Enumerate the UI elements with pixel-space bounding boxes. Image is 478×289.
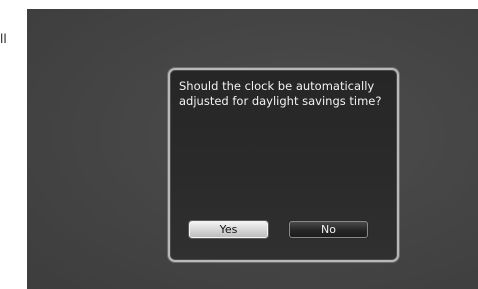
- yes-button[interactable]: Yes: [189, 221, 268, 238]
- page: ll Should the clock be automatically adj…: [0, 0, 478, 289]
- no-button[interactable]: No: [289, 221, 368, 238]
- dialog-message: Should the clock be automatically adjust…: [179, 79, 382, 108]
- daylight-savings-dialog: Should the clock be automatically adjust…: [168, 68, 399, 262]
- edge-text-fragment: ll: [0, 32, 7, 46]
- tv-screen: Should the clock be automatically adjust…: [27, 9, 478, 289]
